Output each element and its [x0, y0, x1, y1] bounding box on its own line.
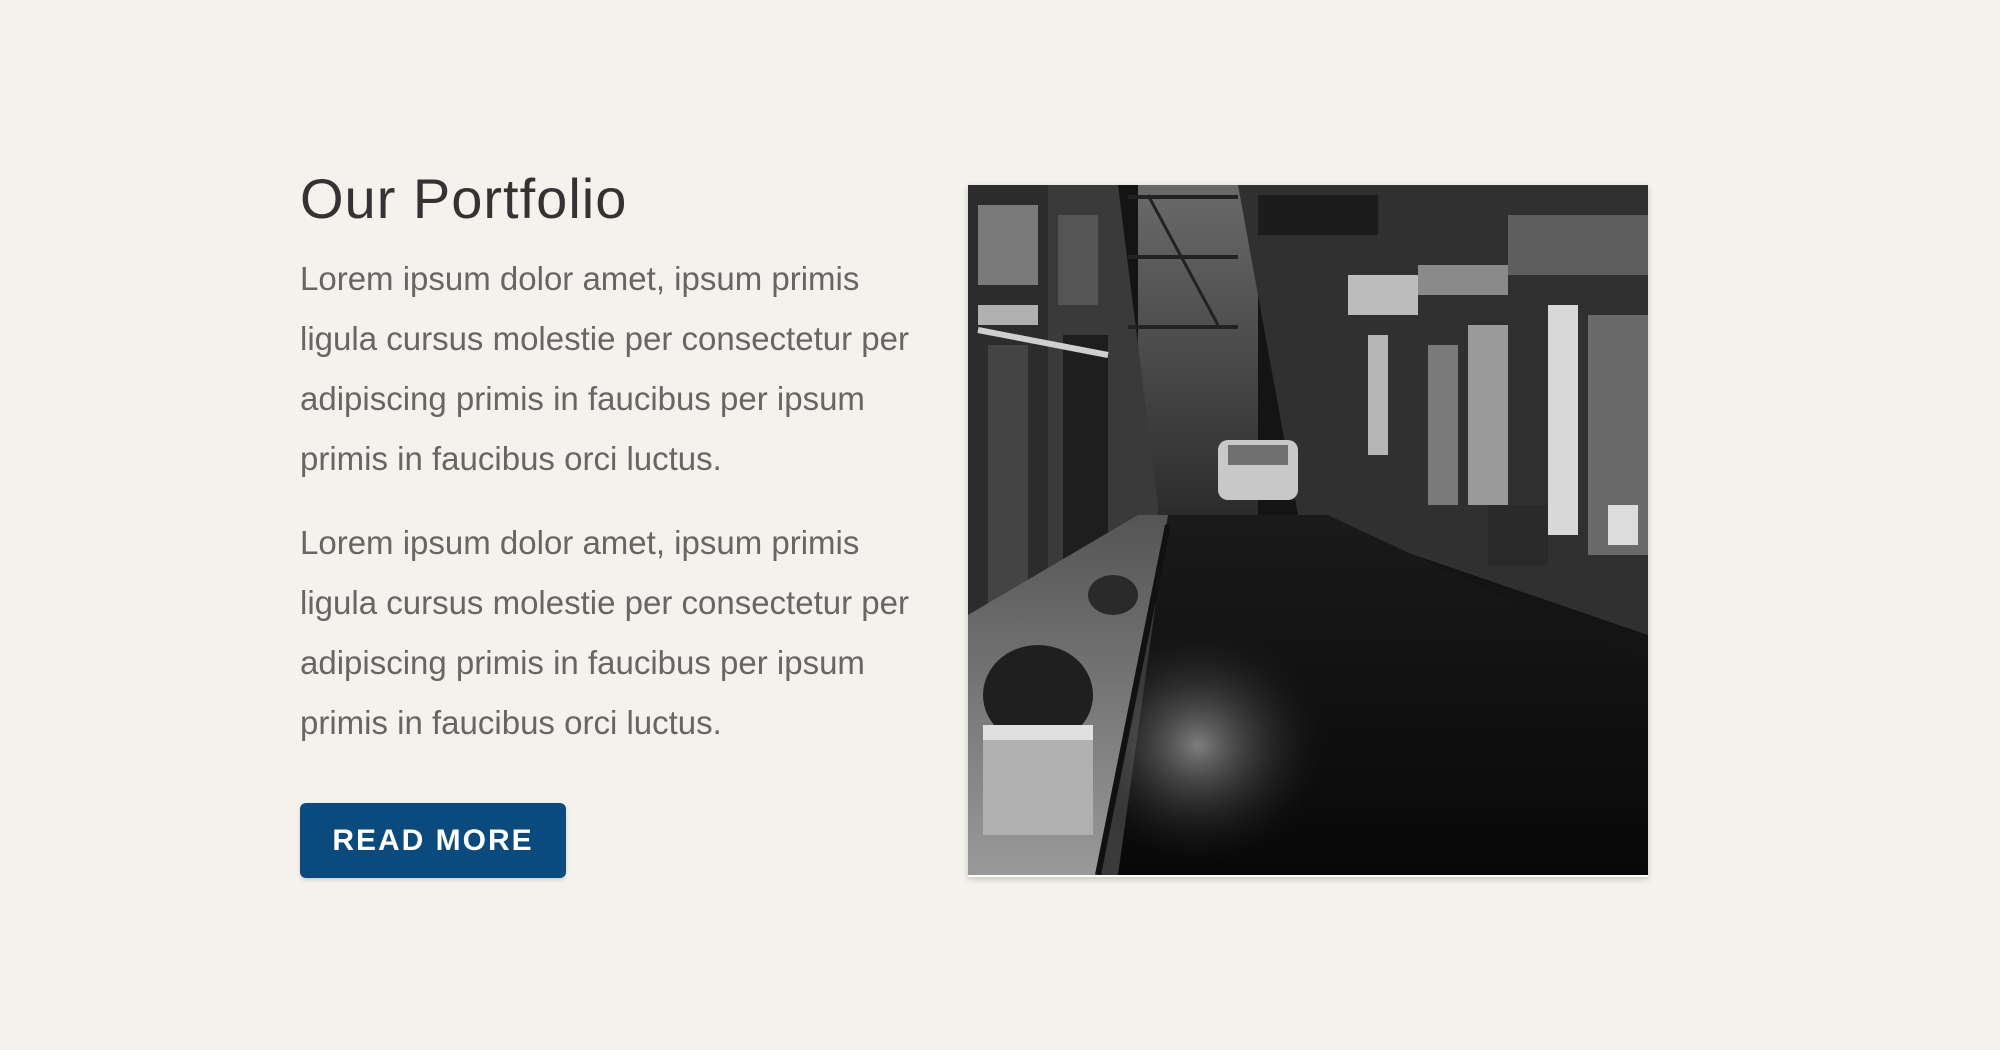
- portfolio-section: Our Portfolio Lorem ipsum dolor amet, ip…: [0, 0, 2000, 1050]
- read-more-button[interactable]: READ MORE: [300, 803, 566, 878]
- portfolio-image: [968, 185, 1648, 877]
- portfolio-text: Our Portfolio Lorem ipsum dolor amet, ip…: [300, 165, 920, 878]
- description-paragraph: Lorem ipsum dolor amet, ipsum primis lig…: [300, 260, 909, 477]
- street-photo: [968, 185, 1648, 875]
- section-title: Our Portfolio: [300, 167, 628, 230]
- description-paragraph: Lorem ipsum dolor amet, ipsum primis lig…: [300, 524, 909, 741]
